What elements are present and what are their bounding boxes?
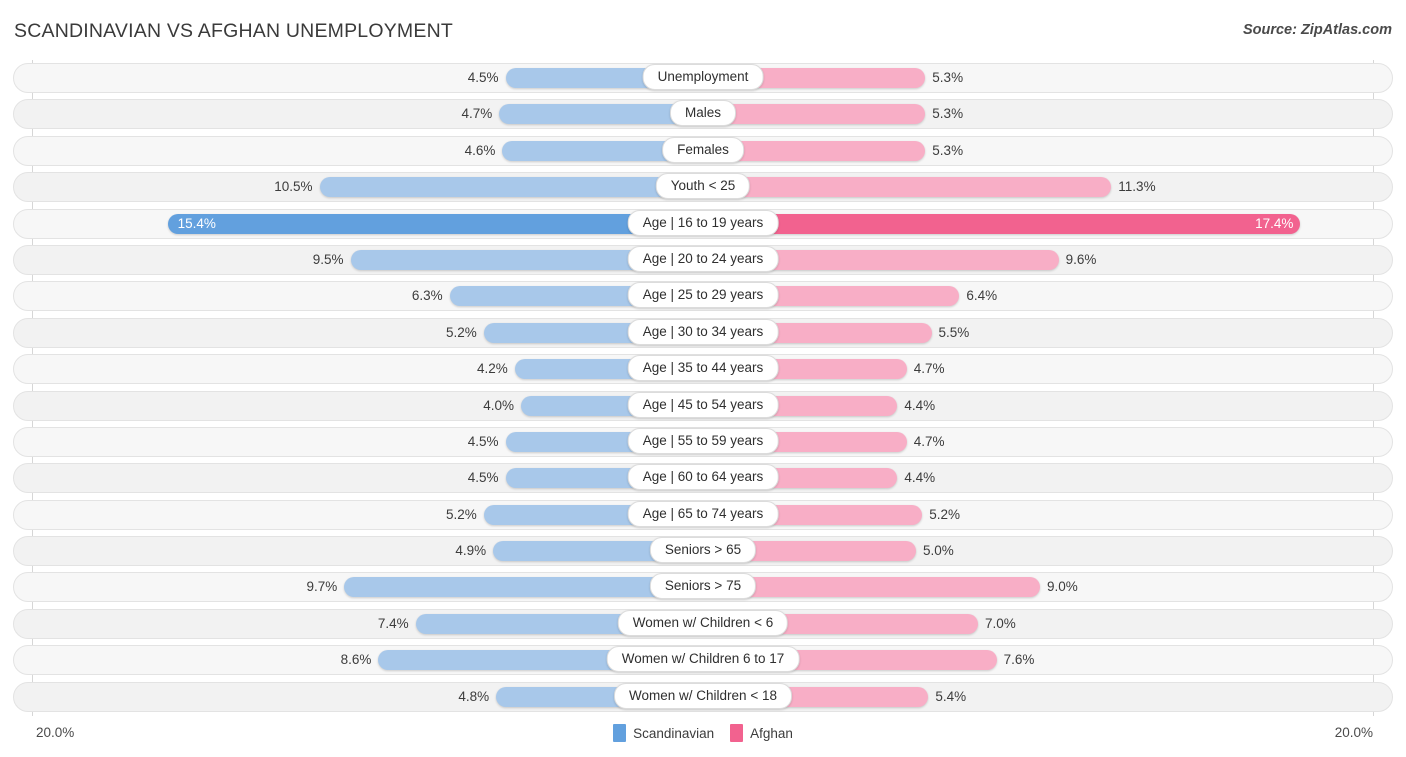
value-label-scandinavian: 8.6% <box>340 652 372 668</box>
chart-row: 4.7% 5.3% Males <box>0 96 1406 132</box>
value-label-afghan: 4.4% <box>904 397 936 413</box>
chart-row: 8.6% 7.6% Women w/ Children 6 to 17 <box>0 642 1406 678</box>
chart-legend: Scandinavian Afghan <box>0 724 1406 742</box>
value-label-afghan: 5.4% <box>935 688 967 704</box>
value-label-scandinavian: 4.7% <box>461 106 493 122</box>
chart-row: 6.3% 6.4% Age | 25 to 29 years <box>0 278 1406 314</box>
value-label-afghan: 5.3% <box>932 106 964 122</box>
category-label-pill: Age | 35 to 44 years <box>627 355 779 382</box>
chart-row: 4.0% 4.4% Age | 45 to 54 years <box>0 388 1406 424</box>
chart-row: 4.8% 5.4% Women w/ Children < 18 <box>0 679 1406 715</box>
chart-row: 5.2% 5.5% Age | 30 to 34 years <box>0 315 1406 351</box>
chart-row: 4.6% 5.3% Females <box>0 133 1406 169</box>
chart-row: 9.5% 9.6% Age | 20 to 24 years <box>0 242 1406 278</box>
category-label-pill: Women w/ Children < 18 <box>614 682 792 709</box>
category-label-pill: Age | 65 to 74 years <box>627 500 779 527</box>
bar-afghan <box>703 177 1112 198</box>
legend-item[interactable]: Scandinavian <box>613 724 714 742</box>
chart-row: 5.2% 5.2% Age | 65 to 74 years <box>0 497 1406 533</box>
value-label-scandinavian: 4.8% <box>458 688 490 704</box>
category-label-pill: Women w/ Children < 6 <box>617 609 789 636</box>
value-label-afghan: 5.2% <box>929 506 960 522</box>
chart-header: SCANDINAVIAN VS AFGHAN UNEMPLOYMENT Sour… <box>0 0 1406 58</box>
bar-rows-container: 4.5% 5.3% Unemployment 4.7% 5.3% Males 4.6% 5.3… <box>0 60 1406 715</box>
value-label-afghan: 7.0% <box>985 615 1016 631</box>
bar-afghan <box>703 213 1301 234</box>
value-label-afghan: 5.0% <box>923 543 954 559</box>
value-label-scandinavian: 4.9% <box>455 543 487 559</box>
bar-scandinavian <box>167 213 703 234</box>
legend-item[interactable]: Afghan <box>730 724 793 742</box>
category-label-pill: Age | 25 to 29 years <box>627 282 779 309</box>
chart-row: 4.9% 5.0% Seniors > 65 <box>0 533 1406 569</box>
value-label-afghan: 4.7% <box>913 433 945 449</box>
chart-row: 10.5% 11.3% Youth < 25 <box>0 169 1406 205</box>
bar-afghan <box>703 104 926 125</box>
chart-row: 9.7% 9.0% Seniors > 75 <box>0 569 1406 605</box>
value-label-scandinavian: 7.4% <box>377 615 409 631</box>
value-label-afghan: 5.3% <box>932 70 964 85</box>
category-label-pill: Youth < 25 <box>655 173 751 200</box>
category-label-pill: Women w/ Children 6 to 17 <box>606 646 800 673</box>
value-label-afghan: 7.6% <box>1003 652 1035 668</box>
legend-label: Scandinavian <box>633 725 715 741</box>
value-label-scandinavian: 9.5% <box>312 251 344 267</box>
value-label-afghan: 9.6% <box>1065 251 1097 267</box>
chart-row: 7.4% 7.0% Women w/ Children < 6 <box>0 606 1406 642</box>
value-label-afghan: 9.0% <box>1047 579 1078 595</box>
bar-scandinavian <box>319 177 703 198</box>
category-label-pill: Seniors > 75 <box>649 573 757 600</box>
value-label-afghan: 5.5% <box>938 324 970 340</box>
value-label-afghan: 4.7% <box>913 361 945 377</box>
value-label-scandinavian: 4.0% <box>483 397 514 413</box>
category-label-pill: Age | 45 to 54 years <box>627 391 779 418</box>
value-label-scandinavian: 4.5% <box>467 433 499 449</box>
page-title: SCANDINAVIAN VS AFGHAN UNEMPLOYMENT <box>14 20 453 42</box>
chart-row: 4.2% 4.7% Age | 35 to 44 years <box>0 351 1406 387</box>
chart-footer: 20.0% 20.0% Scandinavian Afghan <box>0 716 1406 757</box>
legend-swatch-icon <box>613 724 627 742</box>
category-label-pill: Age | 55 to 59 years <box>627 427 779 454</box>
value-label-afghan: 4.4% <box>904 470 936 486</box>
category-label-pill: Age | 60 to 64 years <box>627 464 779 491</box>
category-label-pill: Females <box>662 136 744 163</box>
category-label-pill: Unemployment <box>642 64 764 90</box>
value-label-scandinavian: 4.2% <box>477 361 508 377</box>
value-label-scandinavian: 4.5% <box>467 470 499 486</box>
value-label-scandinavian: 4.6% <box>464 142 496 158</box>
chart-row: 15.4% 17.4% Age | 16 to 19 years <box>0 206 1406 242</box>
value-label-scandinavian: 15.4% <box>177 215 216 231</box>
value-label-afghan: 6.4% <box>966 288 998 304</box>
chart-plot-area: 4.5% 5.3% Unemployment 4.7% 5.3% Males 4.6% 5.3… <box>0 60 1406 716</box>
value-label-scandinavian: 4.5% <box>467 70 499 85</box>
category-label-pill: Age | 20 to 24 years <box>627 245 779 272</box>
category-label-pill: Seniors > 65 <box>649 537 757 564</box>
value-label-afghan: 17.4% <box>1255 215 1294 231</box>
value-label-scandinavian: 5.2% <box>446 324 477 340</box>
category-label-pill: Males <box>669 100 737 127</box>
value-label-afghan: 5.3% <box>932 142 964 158</box>
value-label-afghan: 11.3% <box>1118 179 1156 195</box>
chart-row: 4.5% 5.3% Unemployment <box>0 60 1406 96</box>
value-label-scandinavian: 5.2% <box>446 506 477 522</box>
legend-label: Afghan <box>750 725 793 741</box>
chart-row: 4.5% 4.7% Age | 55 to 59 years <box>0 424 1406 460</box>
category-label-pill: Age | 30 to 34 years <box>627 318 779 345</box>
value-label-scandinavian: 10.5% <box>274 179 313 195</box>
category-label-pill: Age | 16 to 19 years <box>627 209 779 236</box>
source-attribution: Source: ZipAtlas.com <box>1242 22 1392 38</box>
chart-row: 4.5% 4.4% Age | 60 to 64 years <box>0 460 1406 496</box>
legend-swatch-icon <box>730 724 744 742</box>
value-label-scandinavian: 6.3% <box>411 288 443 304</box>
value-label-scandinavian: 9.7% <box>306 579 338 595</box>
